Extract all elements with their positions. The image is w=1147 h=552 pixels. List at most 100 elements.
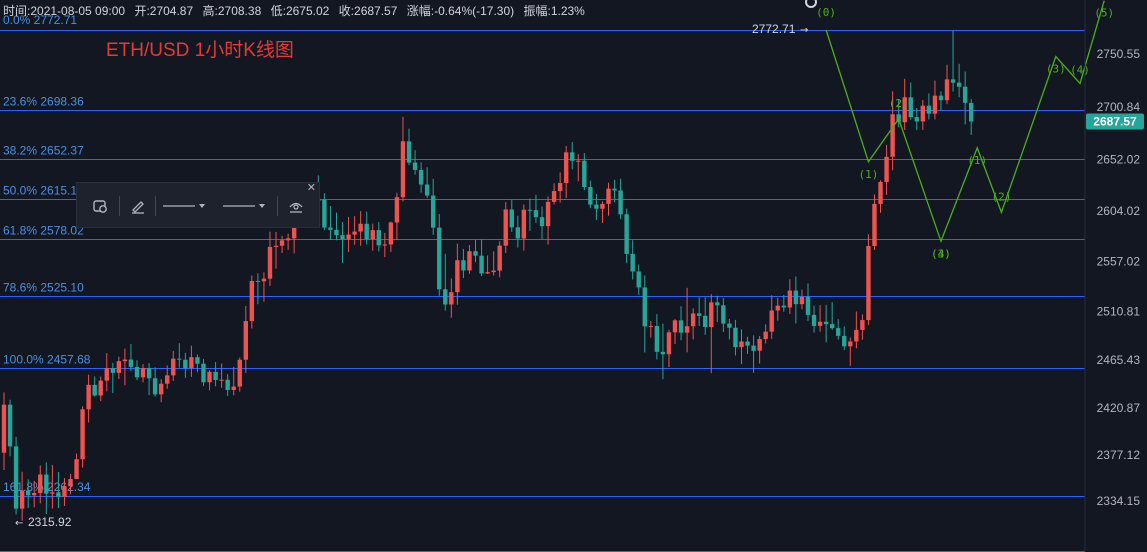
ohlc-bar: 时间:2021-08-05 09:00 开:2704.87 高:2708.38 …: [3, 3, 585, 18]
candle-body: [261, 278, 267, 282]
candle: [44, 462, 49, 515]
price-tick-label: 2557.02: [1097, 255, 1141, 269]
close-icon[interactable]: ✕: [307, 181, 316, 194]
candle: [582, 152, 587, 191]
candle-body: [412, 162, 418, 170]
candle: [848, 337, 853, 366]
candle-body: [908, 97, 913, 118]
price-axis[interactable]: 2750.55 2700.84 2652.02 2604.02 2557.02 2510.…: [1086, 47, 1144, 508]
price-tick-label: 2750.55: [1097, 47, 1141, 61]
candle-body: [346, 234, 351, 240]
open-label: 开:: [134, 4, 149, 18]
candle: [479, 239, 484, 277]
candle: [624, 208, 629, 264]
candle: [576, 154, 581, 182]
line-width-select[interactable]: [223, 195, 269, 217]
candle: [219, 363, 224, 388]
candle-body: [92, 384, 97, 396]
toolbar-divider: [119, 196, 120, 216]
candle-body: [68, 479, 73, 487]
candle-body: [406, 141, 412, 163]
candlestick-chart[interactable]: 0.0% 2772.7123.6% 2698.3638.2% 2652.3750…: [0, 0, 1147, 552]
current-price-label: 2687.57: [1093, 114, 1137, 128]
visibility-icon[interactable]: [285, 195, 307, 217]
candle-body: [739, 341, 744, 348]
candle: [412, 150, 418, 175]
candle-body: [225, 379, 230, 390]
candle-body: [848, 341, 853, 347]
candle-body: [364, 223, 369, 240]
candle-body: [116, 361, 122, 373]
candle-body: [920, 105, 926, 122]
candle-body: [370, 230, 375, 240]
high-value: 2708.38: [218, 4, 262, 18]
candle: [394, 192, 400, 240]
candle-body: [430, 195, 436, 228]
candle: [763, 324, 768, 344]
price-tick-label: 2604.02: [1097, 204, 1141, 218]
candle: [805, 283, 811, 321]
candle-body: [358, 223, 363, 232]
candle: [914, 108, 919, 130]
candle-body: [612, 188, 617, 191]
candle: [636, 264, 641, 295]
high-label: 高:: [203, 3, 218, 18]
drawing-toolbar[interactable]: ✕: [76, 181, 320, 228]
candle: [104, 353, 109, 392]
candle-body: [551, 191, 557, 202]
template-icon[interactable]: [89, 195, 111, 217]
candle: [128, 343, 134, 372]
candle-body: [763, 331, 768, 340]
candle-body: [86, 384, 91, 410]
line-style-select[interactable]: [163, 195, 209, 217]
candle-body: [890, 114, 895, 157]
close-label: 收:: [339, 4, 354, 18]
candle: [406, 128, 412, 166]
candle: [829, 302, 835, 330]
candle-body: [829, 324, 835, 329]
candle: [872, 194, 877, 250]
candle: [92, 376, 97, 397]
candle-body: [648, 326, 654, 328]
candle-body: [255, 281, 261, 283]
candle: [80, 406, 85, 468]
wave-label: (4): [931, 247, 951, 260]
candle: [201, 358, 206, 387]
candle-body: [140, 368, 146, 378]
candle-body: [491, 270, 496, 273]
candle-body: [969, 102, 974, 122]
candle-body: [38, 474, 43, 494]
candle: [195, 354, 200, 373]
drag-handle-icon[interactable]: [805, 0, 817, 8]
candle-body: [158, 383, 164, 395]
candle: [787, 279, 793, 314]
candle: [956, 63, 962, 98]
candle-body: [866, 245, 871, 321]
candle: [521, 204, 527, 251]
candle: [654, 314, 660, 360]
pencil-icon[interactable]: [127, 195, 149, 217]
line-style-glyph: [163, 204, 205, 208]
candle: [642, 275, 647, 353]
candle-body: [938, 95, 944, 101]
candle-body: [25, 490, 31, 496]
candle: [497, 241, 502, 278]
candle-body: [956, 82, 962, 87]
high-marker: 2772.71 →: [752, 22, 808, 36]
candle-body: [249, 281, 255, 322]
candle-body: [521, 209, 527, 239]
candle-body: [177, 358, 182, 360]
candle-body: [817, 321, 823, 326]
candle: [455, 243, 460, 305]
candle: [509, 199, 514, 232]
open-value: 2704.87: [150, 4, 194, 18]
candle-body: [842, 335, 847, 347]
candle: [231, 366, 236, 396]
candle-body: [1, 404, 7, 453]
candle: [860, 314, 865, 340]
elliott-wave[interactable]: (0)(1)(2)(3)(4)(1)(2)(3) (4)(5): [816, 0, 1114, 261]
candle-body: [134, 366, 140, 378]
candle-body: [799, 296, 805, 305]
fibonacci-levels[interactable]: 0.0% 2772.7123.6% 2698.3638.2% 2652.3750…: [0, 13, 1085, 552]
candle-body: [539, 217, 545, 227]
